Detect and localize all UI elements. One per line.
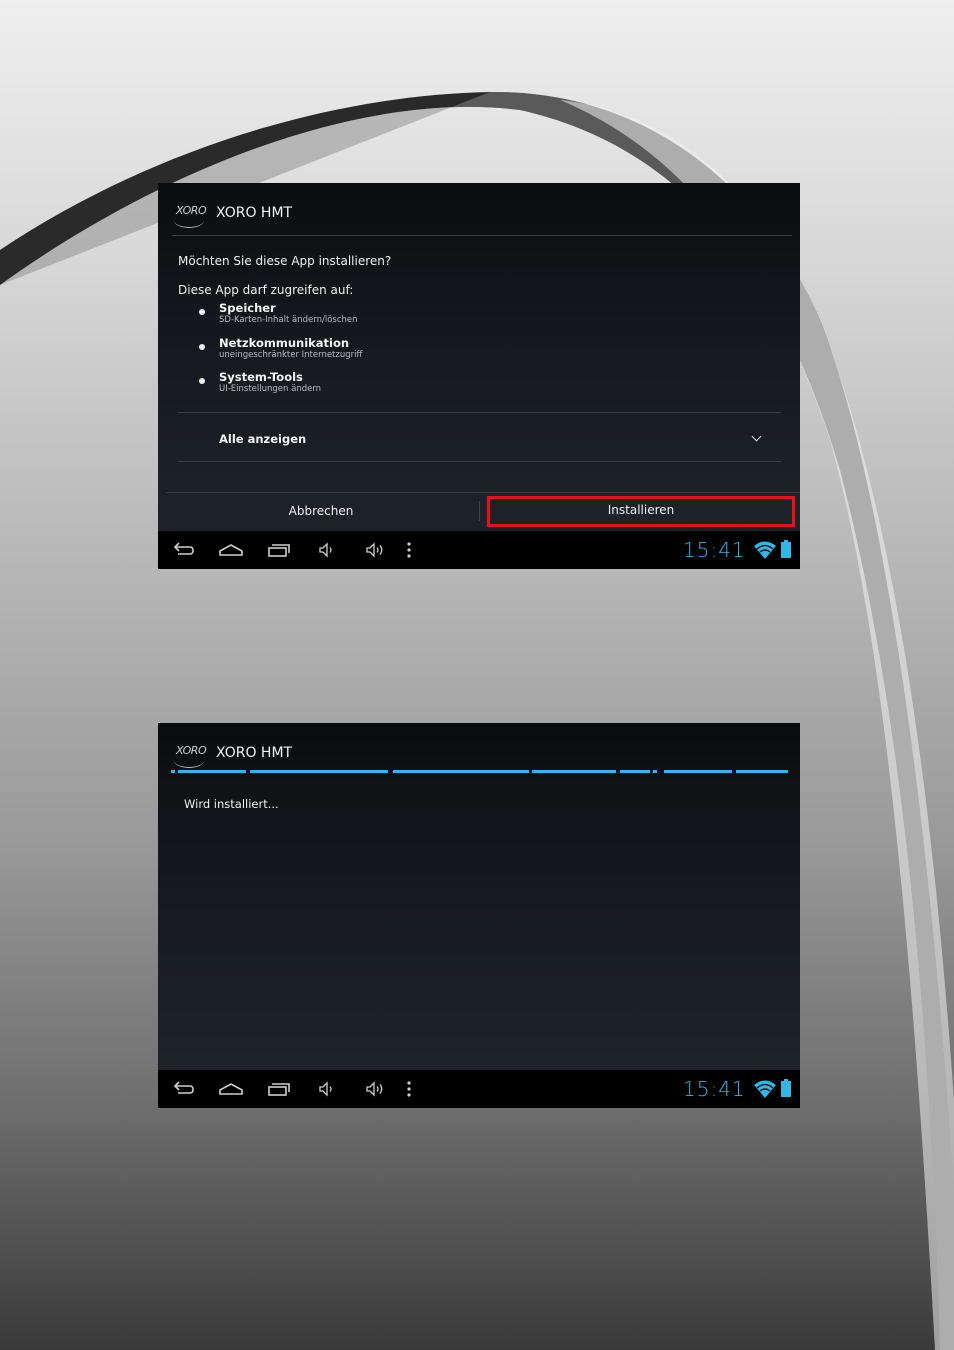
button-separator: [479, 501, 480, 521]
volume-down-icon[interactable]: [314, 1077, 340, 1101]
permission-title: System-Tools: [219, 370, 303, 384]
dialog-titlebar: XORO XORO HMT: [158, 723, 800, 777]
recent-apps-icon[interactable]: [266, 1077, 292, 1101]
permission-desc: UI-Einstellungen ändern: [219, 384, 322, 394]
install-dialog-screen: XORO XORO HMT Möchten Sie diese App inst…: [158, 183, 800, 569]
menu-icon[interactable]: [396, 538, 422, 562]
home-icon[interactable]: [218, 1077, 244, 1101]
install-button[interactable]: Installieren: [487, 496, 795, 527]
home-icon[interactable]: [218, 538, 244, 562]
bullet-icon: [199, 309, 205, 315]
button-bar-divider: [166, 492, 800, 493]
battery-icon: [781, 540, 791, 558]
installing-status: Wird installiert...: [184, 797, 279, 811]
volume-up-icon[interactable]: [362, 1077, 388, 1101]
back-icon[interactable]: [170, 1077, 196, 1101]
permission-desc: SD-Karten-Inhalt ändern/löschen: [219, 315, 358, 325]
show-all-label[interactable]: Alle anzeigen: [219, 432, 306, 446]
permission-title: Speicher: [219, 301, 276, 315]
dialog-titlebar: XORO XORO HMT: [158, 183, 800, 237]
cancel-button[interactable]: Abbrechen: [166, 497, 476, 525]
xoro-logo-swoosh: [174, 753, 204, 768]
recent-apps-icon[interactable]: [266, 538, 292, 562]
system-navbar: 15:41: [158, 531, 800, 569]
volume-down-icon[interactable]: [314, 538, 340, 562]
permission-title: Netzkommunikation: [219, 336, 350, 350]
bullet-icon: [199, 344, 205, 350]
installing-screen: XORO XORO HMT Wird installiert... 15:41: [158, 723, 800, 1108]
access-heading: Diese App darf zugreifen auf:: [178, 283, 354, 297]
app-title: XORO HMT: [216, 205, 293, 221]
app-title: XORO HMT: [216, 745, 293, 761]
divider: [178, 461, 781, 462]
permission-desc: uneingeschränkter Internetzugriff: [219, 350, 363, 360]
status-clock: 15:41: [683, 1077, 746, 1101]
back-icon[interactable]: [170, 538, 196, 562]
install-question: Möchten Sie diese App installieren?: [178, 254, 392, 268]
menu-icon[interactable]: [396, 1077, 422, 1101]
title-divider: [172, 235, 792, 236]
bullet-icon: [199, 378, 205, 384]
status-clock: 15:41: [683, 538, 746, 562]
battery-icon: [781, 1079, 791, 1097]
xoro-logo-swoosh: [174, 213, 204, 228]
system-navbar: 15:41: [158, 1070, 800, 1108]
volume-up-icon[interactable]: [362, 538, 388, 562]
